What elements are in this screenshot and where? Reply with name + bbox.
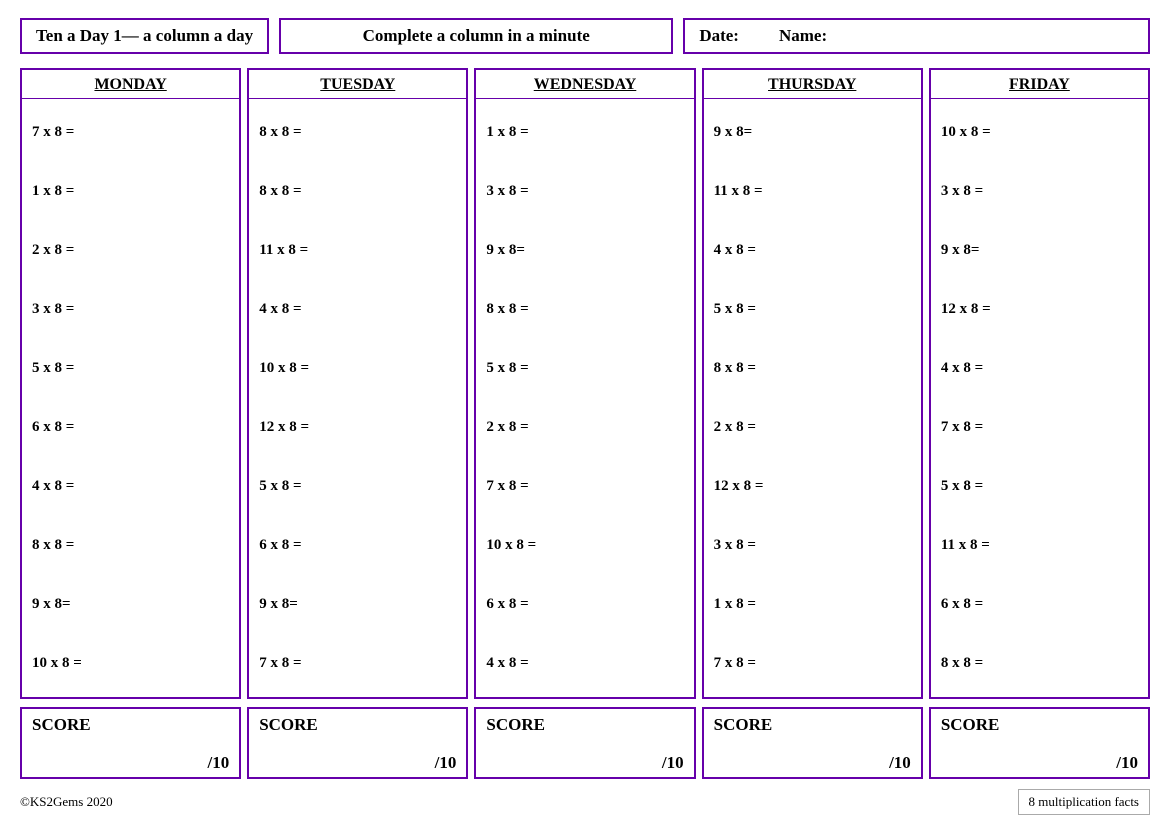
- fact-item: 6 x 8 =: [259, 535, 456, 556]
- fact-item: 8 x 8 =: [714, 358, 911, 379]
- fact-item: 12 x 8 =: [259, 417, 456, 438]
- fact-item: 2 x 8 =: [32, 240, 229, 261]
- fact-item: 4 x 8 =: [259, 299, 456, 320]
- score-box-wednesday: SCORE/10: [474, 707, 695, 779]
- fact-item: 6 x 8 =: [32, 417, 229, 438]
- score-value: /10: [259, 753, 456, 773]
- header-title2: Complete a column in a minute: [279, 18, 673, 54]
- header-date-name: Date: Name:: [683, 18, 1150, 54]
- fact-item: 2 x 8 =: [486, 417, 683, 438]
- fact-item: 10 x 8 =: [941, 122, 1138, 143]
- day-header-friday: FRIDAY: [931, 70, 1148, 99]
- page: Ten a Day 1— a column a day Complete a c…: [0, 0, 1170, 827]
- fact-item: 5 x 8 =: [259, 476, 456, 497]
- fact-item: 1 x 8 =: [32, 181, 229, 202]
- fact-item: 12 x 8 =: [714, 476, 911, 497]
- score-box-tuesday: SCORE/10: [247, 707, 468, 779]
- fact-item: 7 x 8 =: [32, 122, 229, 143]
- fact-item: 9 x 8=: [259, 594, 456, 615]
- fact-item: 10 x 8 =: [486, 535, 683, 556]
- day-facts-monday: 7 x 8 = 1 x 8 = 2 x 8 = 3 x 8 = 5 x 8 = 6 x 8…: [22, 99, 239, 697]
- day-facts-wednesday: 1 x 8 = 3 x 8 = 9 x 8= 8 x 8 = 5 x 8 = 2 x 8 …: [476, 99, 693, 697]
- fact-item: 8 x 8 =: [259, 122, 456, 143]
- score-box-thursday: SCORE/10: [702, 707, 923, 779]
- fact-item: 11 x 8 =: [941, 535, 1138, 556]
- fact-item: 4 x 8 =: [714, 240, 911, 261]
- fact-item: 7 x 8 =: [486, 476, 683, 497]
- name-label: Name:: [779, 26, 827, 46]
- score-value: /10: [941, 753, 1138, 773]
- score-box-friday: SCORE/10: [929, 707, 1150, 779]
- day-column-thursday: THURSDAY 9 x 8= 11 x 8 = 4 x 8 = 5 x 8 = 8 x …: [702, 68, 923, 699]
- day-header-thursday: THURSDAY: [704, 70, 921, 99]
- score-box-monday: SCORE/10: [20, 707, 241, 779]
- day-header-monday: MONDAY: [22, 70, 239, 99]
- fact-item: 8 x 8 =: [486, 299, 683, 320]
- score-value: /10: [486, 753, 683, 773]
- copyright: ©KS2Gems 2020: [20, 794, 113, 810]
- fact-item: 7 x 8 =: [714, 653, 911, 674]
- score-value: /10: [714, 753, 911, 773]
- fact-item: 4 x 8 =: [486, 653, 683, 674]
- fact-item: 4 x 8 =: [941, 358, 1138, 379]
- day-column-friday: FRIDAY 10 x 8 = 3 x 8 = 9 x 8= 12 x 8 = 4 x 8…: [929, 68, 1150, 699]
- fact-item: 5 x 8 =: [486, 358, 683, 379]
- footer: ©KS2Gems 2020 8 multiplication facts: [20, 787, 1150, 817]
- facts-label: 8 multiplication facts: [1018, 789, 1150, 815]
- header: Ten a Day 1— a column a day Complete a c…: [20, 18, 1150, 54]
- fact-item: 7 x 8 =: [259, 653, 456, 674]
- score-label: SCORE: [941, 715, 1138, 735]
- fact-item: 8 x 8 =: [941, 653, 1138, 674]
- fact-item: 11 x 8 =: [259, 240, 456, 261]
- fact-item: 5 x 8 =: [714, 299, 911, 320]
- day-facts-tuesday: 8 x 8 = 8 x 8 = 11 x 8 = 4 x 8 = 10 x 8 = 12 …: [249, 99, 466, 697]
- fact-item: 11 x 8 =: [714, 181, 911, 202]
- day-column-wednesday: WEDNESDAY 1 x 8 = 3 x 8 = 9 x 8= 8 x 8 = 5 x …: [474, 68, 695, 699]
- fact-item: 3 x 8 =: [714, 535, 911, 556]
- day-header-tuesday: TUESDAY: [249, 70, 466, 99]
- fact-item: 10 x 8 =: [32, 653, 229, 674]
- fact-item: 9 x 8=: [714, 122, 911, 143]
- fact-item: 4 x 8 =: [32, 476, 229, 497]
- fact-item: 3 x 8 =: [941, 181, 1138, 202]
- fact-item: 9 x 8=: [486, 240, 683, 261]
- fact-item: 6 x 8 =: [486, 594, 683, 615]
- score-label: SCORE: [714, 715, 911, 735]
- fact-item: 5 x 8 =: [32, 358, 229, 379]
- day-facts-friday: 10 x 8 = 3 x 8 = 9 x 8= 12 x 8 = 4 x 8 = 7 x …: [931, 99, 1148, 697]
- fact-item: 1 x 8 =: [714, 594, 911, 615]
- fact-item: 7 x 8 =: [941, 417, 1138, 438]
- score-label: SCORE: [486, 715, 683, 735]
- score-label: SCORE: [259, 715, 456, 735]
- columns-row: MONDAY 7 x 8 = 1 x 8 = 2 x 8 = 3 x 8 = 5 x 8 …: [20, 68, 1150, 699]
- header-title1: Ten a Day 1— a column a day: [20, 18, 269, 54]
- fact-item: 9 x 8=: [32, 594, 229, 615]
- score-row: SCORE/10SCORE/10SCORE/10SCORE/10SCORE/10: [20, 707, 1150, 779]
- fact-item: 2 x 8 =: [714, 417, 911, 438]
- fact-item: 8 x 8 =: [259, 181, 456, 202]
- fact-item: 1 x 8 =: [486, 122, 683, 143]
- score-value: /10: [32, 753, 229, 773]
- fact-item: 3 x 8 =: [486, 181, 683, 202]
- day-column-monday: MONDAY 7 x 8 = 1 x 8 = 2 x 8 = 3 x 8 = 5 x 8 …: [20, 68, 241, 699]
- fact-item: 9 x 8=: [941, 240, 1138, 261]
- fact-item: 3 x 8 =: [32, 299, 229, 320]
- fact-item: 10 x 8 =: [259, 358, 456, 379]
- fact-item: 6 x 8 =: [941, 594, 1138, 615]
- day-column-tuesday: TUESDAY 8 x 8 = 8 x 8 = 11 x 8 = 4 x 8 = 10 x…: [247, 68, 468, 699]
- day-facts-thursday: 9 x 8= 11 x 8 = 4 x 8 = 5 x 8 = 8 x 8 = 2 x 8…: [704, 99, 921, 697]
- score-label: SCORE: [32, 715, 229, 735]
- date-label: Date:: [699, 26, 739, 46]
- fact-item: 5 x 8 =: [941, 476, 1138, 497]
- fact-item: 12 x 8 =: [941, 299, 1138, 320]
- fact-item: 8 x 8 =: [32, 535, 229, 556]
- day-header-wednesday: WEDNESDAY: [476, 70, 693, 99]
